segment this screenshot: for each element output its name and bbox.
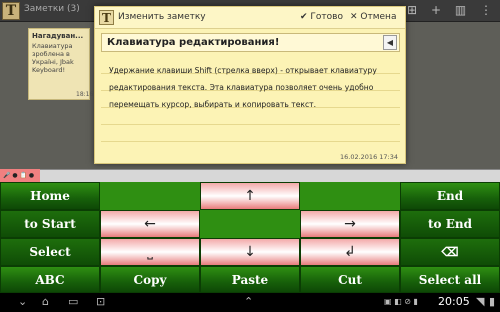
collapse-arrow-icon[interactable]: ◀ [383, 35, 397, 50]
blank-key [200, 210, 300, 238]
grid-view-icon[interactable]: ⊞ [407, 3, 417, 17]
arrow-left-key[interactable]: ← [100, 210, 200, 238]
edit-keyboard: Home ↑ End to Start ← → to End Select ⎵ … [0, 182, 500, 293]
select-all-key[interactable]: Select all [400, 266, 500, 293]
done-button[interactable]: ✔ Готово [300, 12, 343, 22]
arrow-up-key[interactable]: ↑ [200, 182, 300, 210]
delete-icon[interactable]: ▥ [455, 3, 466, 17]
arrow-right-key[interactable]: → [300, 210, 400, 238]
dialog-title: Изменить заметку [118, 12, 206, 22]
cancel-button[interactable]: ✕ Отмена [350, 12, 396, 22]
blank-key [100, 182, 200, 210]
overflow-menu-icon[interactable]: ⋮ [480, 3, 492, 17]
note-card[interactable]: Нагадуван... Клавиатура зроблена в Украї… [28, 28, 90, 100]
system-nav-bar: ⌄ ⌂ ▭ ⊡ ⌃ ▣ ◧ ⊘ ▮ 20:05 ◥ ▮ [0, 293, 500, 312]
wifi-icon: ◥ [476, 295, 485, 308]
copy-key[interactable]: Copy [100, 266, 200, 293]
dialog-header: T Изменить заметку ✔ Готово ✕ Отмена [95, 7, 405, 29]
abc-key[interactable]: ABC [0, 266, 100, 293]
to-end-key[interactable]: to End [400, 210, 500, 238]
backspace-key[interactable]: ⌫ [400, 238, 500, 266]
select-key[interactable]: Select [0, 238, 100, 266]
quick-launch-icon[interactable]: ⌃ [244, 295, 253, 308]
note-card-time: 18:16 [76, 91, 94, 98]
note-title-field[interactable]: Клавиатура редактирования! ◀ [101, 33, 400, 52]
cut-key[interactable]: Cut [300, 266, 400, 293]
note-body-text: Удержание клавиши Shift (стрелка вверх) … [109, 66, 377, 109]
dialog-logo-icon: T [99, 10, 114, 25]
keyboard-top-strip [0, 169, 500, 182]
battery-icon: ▮ [489, 295, 496, 308]
to-start-key[interactable]: to Start [0, 210, 100, 238]
blank-key [300, 182, 400, 210]
status-icons: ▣ ◧ ⊘ ▮ [384, 297, 418, 306]
enter-key[interactable]: ↲ [300, 238, 400, 266]
clock: 20:05 [438, 295, 470, 308]
back-icon[interactable]: ⌄ [18, 295, 27, 308]
paste-key[interactable]: Paste [200, 266, 300, 293]
keyboard-mode-tab[interactable]: 🎤 ● 📋 ● ⌨ [0, 169, 40, 192]
note-body-field[interactable]: Удержание клавиши Shift (стрелка вверх) … [101, 57, 400, 153]
arrow-down-key[interactable]: ↓ [200, 238, 300, 266]
edit-note-dialog: T Изменить заметку ✔ Готово ✕ Отмена Кла… [94, 6, 406, 164]
end-key[interactable]: End [400, 182, 500, 210]
note-card-text: Клавиатура зроблена в Україні, Jbak Keyb… [32, 42, 74, 74]
app-logo-icon[interactable]: T [2, 2, 20, 20]
space-key[interactable]: ⎵ [100, 238, 200, 266]
recent-apps-icon[interactable]: ▭ [68, 295, 78, 308]
note-date: 16.02.2016 17:34 [339, 153, 398, 161]
note-title-text: Клавиатура редактирования! [107, 37, 280, 48]
add-note-icon[interactable]: + [431, 3, 441, 17]
app-actions: ⊞ + ▥ ⋮ [397, 3, 492, 17]
home-icon[interactable]: ⌂ [42, 295, 49, 308]
home-key[interactable]: Home [0, 182, 100, 210]
screenshot-icon[interactable]: ⊡ [96, 295, 105, 308]
note-card-title: Нагадуван... [32, 32, 84, 40]
app-title: Заметки (3) [24, 4, 80, 14]
